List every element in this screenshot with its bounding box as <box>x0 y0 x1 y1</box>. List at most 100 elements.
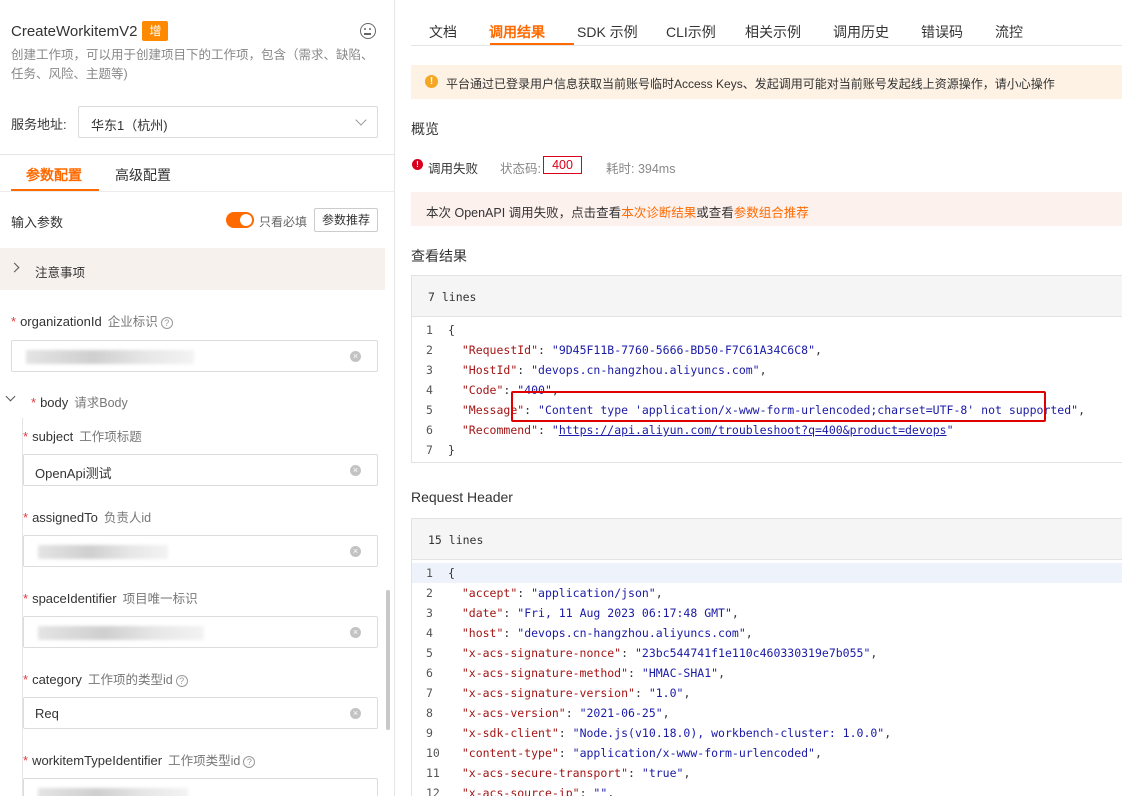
space-identifier-input[interactable]: × <box>23 616 378 648</box>
tab-advanced-config[interactable]: 高级配置 <box>115 165 171 185</box>
line-number: 7 <box>426 686 433 700</box>
code-line: 4 "host": "devops.cn-hangzhou.aliyuncs.c… <box>412 623 1122 643</box>
params-panel: CreateWorkitemV2 增 创建工作项，可以用于创建项目下的工作项，包… <box>0 0 395 796</box>
chevron-down-icon[interactable] <box>5 391 16 402</box>
category-value: Req <box>35 706 59 721</box>
code-line: 12 "x-acs-source-ip": "", <box>412 783 1122 796</box>
warning-icon: ! <box>425 75 438 88</box>
subject-label: * subject 工作项标题 <box>23 429 142 444</box>
line-number: 6 <box>426 666 433 680</box>
status-code-label: 状态码: <box>500 162 541 176</box>
tab-cli-example[interactable]: CLI示例 <box>666 22 716 42</box>
tab-error-codes[interactable]: 错误码 <box>921 22 963 42</box>
code-line: 6 "x-acs-signature-method": "HMAC-SHA1", <box>412 663 1122 683</box>
clear-icon[interactable]: × <box>350 546 361 557</box>
tab-sdk-example[interactable]: SDK 示例 <box>577 22 638 42</box>
api-explorer: CreateWorkitemV2 增 创建工作项，可以用于创建项目下的工作项，包… <box>0 0 1122 796</box>
service-address-label: 服务地址: <box>11 117 67 132</box>
service-address-select[interactable]: 华东1（杭州) <box>78 106 378 138</box>
scrollbar[interactable] <box>386 590 390 730</box>
tab-call-result[interactable]: 调用结果 <box>489 22 545 42</box>
code-text: "host": "devops.cn-hangzhou.aliyuncs.com… <box>461 626 753 640</box>
status-code-badge: 400 <box>543 156 582 174</box>
subject-value: OpenApi测试 <box>35 466 112 481</box>
line-number: 9 <box>426 726 433 740</box>
clear-icon[interactable]: × <box>350 465 361 476</box>
field-cn-name: 项目唯一标识 <box>122 592 198 606</box>
param-combo-link[interactable]: 参数组合推荐 <box>734 206 809 220</box>
header-code-viewer[interactable]: 15 lines 1{2 "accept": "application/json… <box>411 518 1122 796</box>
space-identifier-label: * spaceIdentifier 项目唯一标识 <box>23 591 198 606</box>
result-code-viewer[interactable]: 7 lines 1{2 "RequestId": "9D45F11B-7760-… <box>411 275 1122 463</box>
field-name: workitemTypeIdentifier <box>32 753 163 768</box>
redacted-value <box>38 626 204 640</box>
tab-related-examples[interactable]: 相关示例 <box>745 22 801 42</box>
divider <box>0 191 394 192</box>
workitem-type-input[interactable] <box>23 778 378 796</box>
tab-docs[interactable]: 文档 <box>429 22 457 42</box>
tab-call-history[interactable]: 调用历史 <box>833 22 889 42</box>
line-number: 8 <box>426 706 433 720</box>
code-line: 5 "x-acs-signature-nonce": "23bc544741f1… <box>412 643 1122 663</box>
feedback-face-icon[interactable] <box>360 23 376 39</box>
field-cn-name: 工作项的类型id <box>87 673 173 687</box>
line-number: 1 <box>426 323 433 337</box>
line-number: 12 <box>426 786 440 796</box>
api-description: 创建工作项，可以用于创建项目下的工作项，包含（需求、缺陷、任务、风险、主题等) <box>11 48 374 81</box>
param-recommend-button[interactable]: 参数推荐 <box>314 208 378 232</box>
line-number: 2 <box>426 343 433 357</box>
code-line: 1{ <box>412 320 1122 340</box>
code-text: "x-acs-version": "2021-06-25", <box>461 706 670 720</box>
organization-id-label: * organizationId 企业标识? <box>11 311 173 330</box>
subject-input[interactable]: OpenApi测试 × <box>23 454 378 486</box>
diagnosis-result-link[interactable]: 本次诊断结果 <box>621 206 696 220</box>
code-text: "x-acs-source-ip": "", <box>461 786 615 796</box>
line-number: 6 <box>426 423 433 437</box>
result-tabs: 文档 调用结果 SDK 示例 CLI示例 相关示例 调用历史 错误码 流控 <box>411 0 1122 46</box>
code-text: { <box>448 566 455 580</box>
service-address-value: 华东1（杭州) <box>91 118 168 133</box>
line-number: 3 <box>426 363 433 377</box>
field-name: category <box>32 672 82 687</box>
line-number: 4 <box>426 626 433 640</box>
result-panel: 文档 调用结果 SDK 示例 CLI示例 相关示例 调用历史 错误码 流控 ! … <box>395 0 1122 796</box>
code-line: 7} <box>412 440 1122 460</box>
category-input[interactable]: Req × <box>23 697 378 729</box>
field-name: body <box>40 395 69 410</box>
overview-title: 概览 <box>411 121 439 137</box>
code-text: "accept": "application/json", <box>461 586 663 600</box>
code-line: 8 "x-acs-version": "2021-06-25", <box>412 703 1122 723</box>
code-text: "x-acs-signature-method": "HMAC-SHA1", <box>461 666 725 680</box>
body-label: * body 请求Body <box>31 395 128 410</box>
line-count: 7 lines <box>428 290 477 304</box>
help-icon[interactable]: ? <box>160 316 173 329</box>
tab-param-config[interactable]: 参数配置 <box>26 165 82 185</box>
required-only-toggle[interactable] <box>226 212 254 228</box>
workitem-type-label: * workitemTypeIdentifier 工作项类型id? <box>23 750 256 769</box>
code-line: 10 "content-type": "application/x-www-fo… <box>412 743 1122 763</box>
clear-icon[interactable]: × <box>350 351 361 362</box>
help-icon[interactable]: ? <box>243 755 256 768</box>
tab-throttling[interactable]: 流控 <box>995 22 1023 42</box>
code-header: 7 lines <box>412 276 1122 317</box>
field-name: spaceIdentifier <box>32 591 117 606</box>
code-text: "date": "Fri, 11 Aug 2023 06:17:48 GMT", <box>461 606 739 620</box>
field-name: assignedTo <box>32 510 98 525</box>
help-icon[interactable]: ? <box>175 674 188 687</box>
clear-icon[interactable]: × <box>350 708 361 719</box>
clear-icon[interactable]: × <box>350 627 361 638</box>
code-text: { <box>448 323 455 337</box>
assigned-to-label: * assignedTo 负责人id <box>23 510 152 525</box>
diagnosis-text: 本次 OpenAPI 调用失败，点击查看本次诊断结果或查看参数组合推荐 <box>426 202 809 221</box>
diagnosis-mid: 或查看 <box>696 206 734 220</box>
elapsed-time: 耗时: 394ms <box>606 162 676 176</box>
field-name: organizationId <box>20 314 102 329</box>
divider <box>0 154 394 155</box>
request-header-title: Request Header <box>411 489 513 505</box>
line-number: 7 <box>426 443 433 457</box>
code-lines: 1{2 "RequestId": "9D45F11B-7760-5666-BD5… <box>412 317 1122 460</box>
code-line: 3 "date": "Fri, 11 Aug 2023 06:17:48 GMT… <box>412 603 1122 623</box>
assigned-to-input[interactable]: × <box>23 535 378 567</box>
code-text: "x-acs-signature-version": "1.0", <box>461 686 691 700</box>
organization-id-input[interactable]: × <box>11 340 378 372</box>
